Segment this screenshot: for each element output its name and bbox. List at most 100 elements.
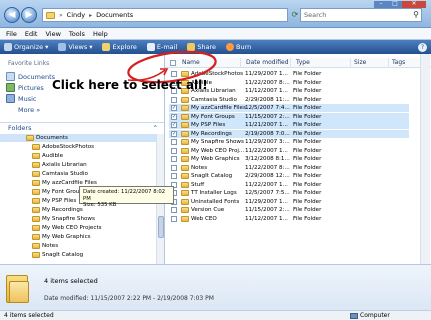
table-row[interactable]: Version Cue 11/15/2007 2:... File Folder — [169, 206, 409, 214]
row-type: File Folder — [293, 96, 322, 103]
table-row[interactable]: TT Installer Logs 12/5/2007 7:5... File Fo… — [169, 189, 409, 197]
tree-item[interactable]: Audible — [0, 152, 156, 160]
folder-icon — [181, 190, 189, 196]
table-row[interactable]: ✓ My Font Groups 11/15/2007 2:... File Fold… — [169, 112, 409, 121]
table-row[interactable]: ✓ My Recordings 2/19/2008 7:0... File Folde… — [169, 129, 409, 138]
table-row[interactable]: Camtasia Studio 2/29/2008 11:... File Fold… — [169, 96, 409, 104]
table-row[interactable]: Web CEO 11/12/2007 1... File Folder — [169, 215, 409, 223]
share-button[interactable]: Share — [187, 43, 216, 51]
column-type[interactable]: Type — [293, 58, 351, 68]
table-row[interactable]: My Snapfire Shows 11/29/2007 3:... File Fo… — [169, 138, 409, 146]
close-button[interactable]: ✕ — [402, 1, 426, 8]
favorite-music[interactable]: Music — [6, 94, 37, 103]
more-link[interactable]: More » — [18, 106, 40, 114]
folder-icon — [181, 181, 189, 188]
row-checkbox[interactable] — [171, 173, 177, 179]
row-checkbox[interactable]: ✓ — [171, 113, 177, 120]
address-part-user[interactable]: Cindy — [67, 11, 85, 19]
menu-edit[interactable]: Edit — [25, 28, 38, 39]
tree-item-label: Notes — [42, 243, 59, 249]
row-checkbox[interactable]: ✓ — [171, 105, 177, 111]
tree-item[interactable]: Notes — [0, 242, 156, 250]
row-checkbox[interactable] — [171, 96, 177, 103]
tree-item[interactable]: My Web CEO Projects — [0, 224, 156, 232]
select-all-checkbox[interactable] — [170, 60, 176, 66]
burn-button[interactable]: Burn — [226, 43, 251, 51]
folders-header[interactable]: Folders ⌃ — [0, 122, 164, 133]
search-placeholder: Search — [304, 11, 327, 19]
organize-label: Organize — [14, 43, 44, 51]
table-row[interactable]: Uninstalled Fonts 11/29/2007 1... File Fol… — [169, 198, 409, 206]
row-checkbox[interactable] — [171, 207, 177, 213]
table-row[interactable]: ✓ My azzCardfile Files 12/5/2007 7:4... Fil… — [169, 104, 409, 112]
row-checkbox[interactable] — [171, 215, 177, 222]
row-date: 11/22/2007 8:... — [245, 164, 290, 171]
row-checkbox[interactable] — [171, 164, 177, 171]
tree-item[interactable]: Documents — [0, 134, 156, 142]
back-button[interactable]: ◀ — [4, 7, 20, 23]
tree-item[interactable]: My Snapfire Shows — [0, 215, 156, 223]
row-type: File Folder — [293, 130, 322, 137]
address-field[interactable]: » Cindy ▸ Documents — [42, 8, 288, 22]
column-tags[interactable]: Tags — [389, 58, 421, 68]
views-button[interactable]: Views ▾ — [58, 43, 92, 51]
email-button[interactable]: E-mail — [146, 43, 177, 51]
row-type: File Folder — [293, 147, 322, 154]
row-name: My Recordings — [191, 130, 232, 137]
tree-item[interactable]: Camtasia Studio — [0, 170, 156, 178]
folder-icon — [181, 96, 189, 103]
table-row[interactable]: My Web Graphics 3/12/2008 8:1... File Fold… — [169, 155, 409, 163]
list-scrollbar[interactable] — [420, 54, 430, 264]
column-size[interactable]: Size — [351, 58, 389, 68]
menu-help[interactable]: Help — [93, 28, 108, 39]
minimize-button[interactable]: – — [374, 1, 388, 8]
row-date: 11/15/2007 2:... — [245, 113, 290, 120]
tooltip-size: Size: 535 KB — [83, 202, 117, 208]
address-part-documents[interactable]: Documents — [96, 11, 133, 19]
table-row[interactable]: Notes 11/22/2007 8:... File Folder — [169, 164, 409, 172]
tree-item[interactable]: AdobeStockPhotos — [0, 143, 156, 151]
row-checkbox[interactable] — [171, 139, 177, 145]
address-bar-area: ◀ ▶ » Cindy ▸ Documents ⟳ Search ⚲ – □ ✕ — [0, 0, 431, 28]
folder-icon — [181, 164, 189, 171]
search-input[interactable]: Search ⚲ — [300, 8, 422, 22]
organize-button[interactable]: Organize ▾ — [4, 43, 48, 51]
row-checkbox[interactable]: ✓ — [171, 122, 177, 128]
column-date-modified[interactable]: Date modified — [243, 58, 291, 68]
refresh-icon[interactable]: ⟳ — [290, 8, 300, 22]
folder-icon — [32, 198, 40, 204]
tree-item[interactable]: Axialis Librarian — [0, 161, 156, 169]
menu-file[interactable]: File — [6, 28, 17, 39]
column-name[interactable]: Name — [179, 58, 241, 68]
favorite-documents[interactable]: Documents — [6, 72, 55, 81]
selection-count: 4 items selected — [44, 277, 98, 285]
table-row[interactable]: AdobeStockPhotos 11/29/2007 1... File Fold… — [169, 70, 409, 78]
documents-icon — [6, 72, 15, 81]
tree-item[interactable]: My Web Graphics — [0, 233, 156, 241]
help-icon[interactable]: ? — [418, 42, 427, 52]
explore-button[interactable]: Explore — [102, 43, 137, 51]
forward-button[interactable]: ▶ — [21, 7, 37, 23]
scrollbar-thumb[interactable] — [158, 216, 164, 238]
row-checkbox[interactable]: ✓ — [171, 130, 177, 137]
pictures-icon — [6, 83, 15, 92]
tree-item-label: Axialis Librarian — [42, 162, 87, 168]
table-row[interactable]: Stuff 11/22/2007 1... File Folder — [169, 181, 409, 189]
table-row[interactable]: My Web CEO Proj... 11/22/2007 1... File Fo… — [169, 147, 409, 155]
share-icon — [187, 43, 196, 51]
favorite-pictures[interactable]: Pictures — [6, 83, 44, 92]
row-name: My Font Groups — [191, 113, 235, 120]
menu-view[interactable]: View — [45, 28, 60, 39]
menu-tools[interactable]: Tools — [69, 28, 85, 39]
row-checkbox[interactable] — [171, 156, 177, 162]
tree-item-label: Documents — [36, 135, 68, 141]
row-checkbox[interactable] — [171, 71, 177, 77]
search-icon[interactable]: ⚲ — [413, 10, 419, 19]
folder-icon — [32, 243, 40, 249]
row-checkbox[interactable] — [171, 147, 177, 154]
table-row[interactable]: SnagIt Catalog 2/29/2008 12:... File Folde… — [169, 172, 409, 180]
tree-item[interactable]: SnagIt Catalog — [0, 251, 156, 259]
table-row[interactable]: ✓ My PSP Files 11/21/2007 1... File Folder — [169, 121, 409, 129]
maximize-button[interactable]: □ — [388, 1, 402, 8]
status-selection: 4 items selected — [4, 312, 54, 319]
